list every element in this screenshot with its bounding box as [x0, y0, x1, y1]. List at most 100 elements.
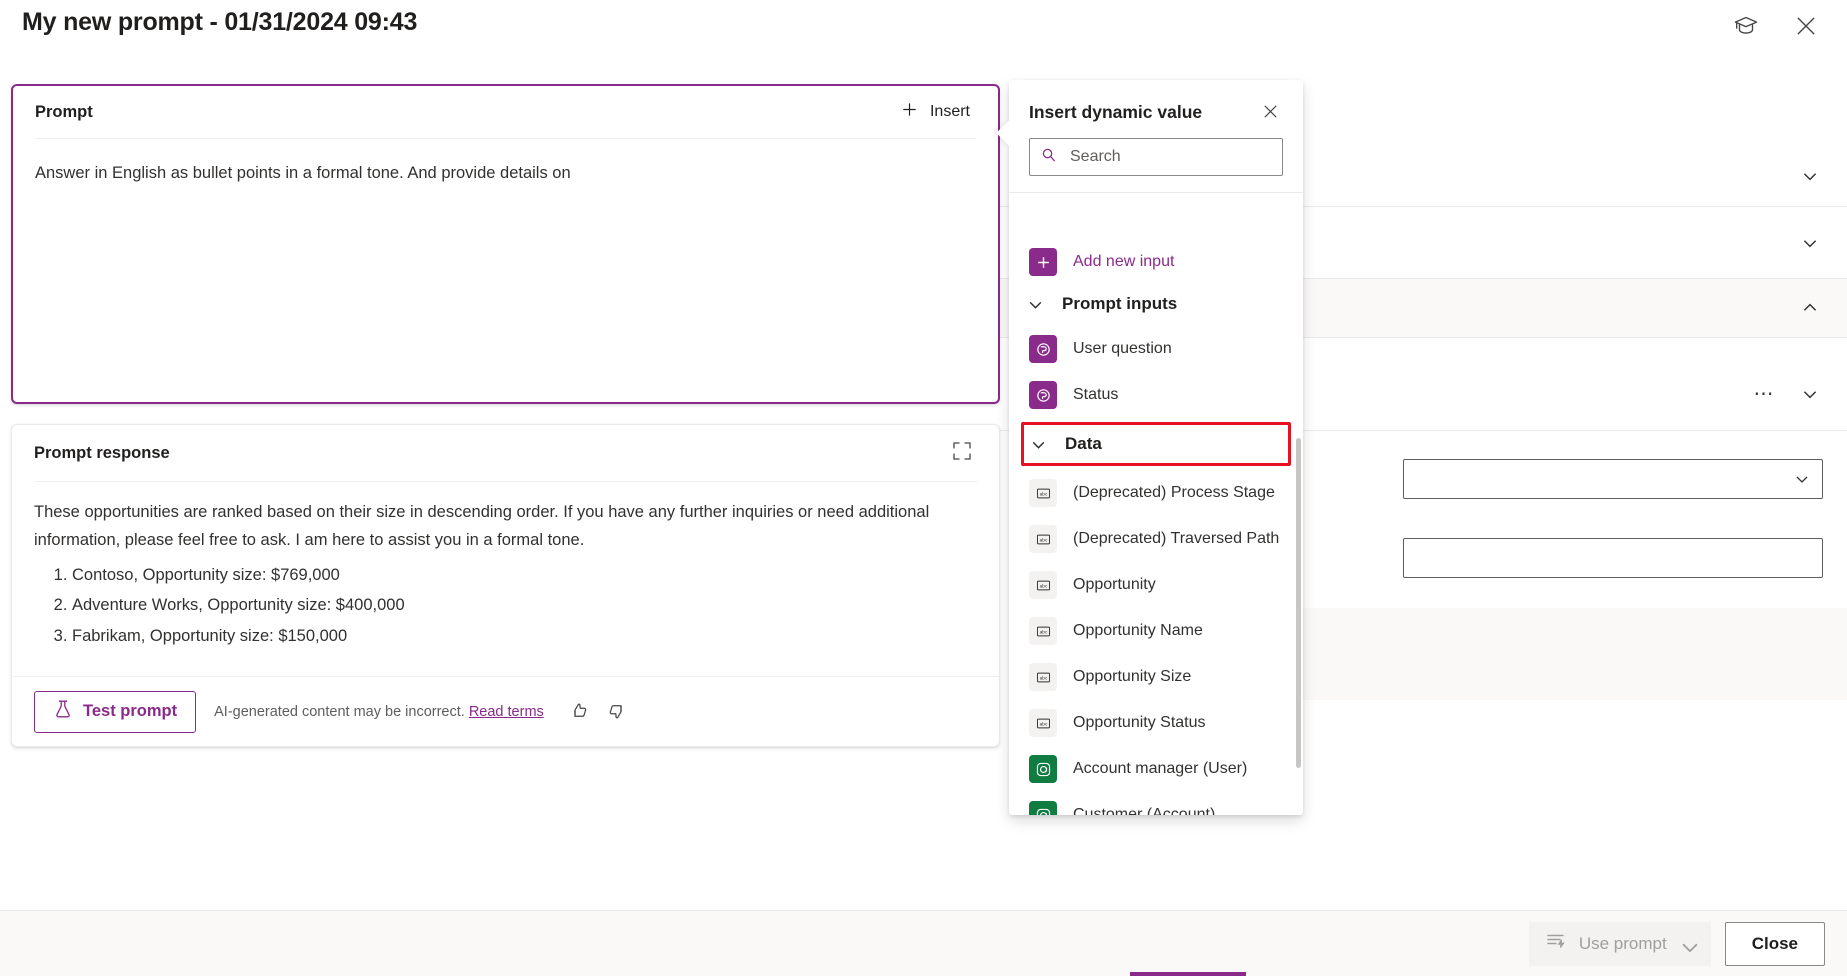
list-item-label: (Deprecated) Process Stage — [1073, 484, 1275, 501]
divider — [1009, 192, 1303, 193]
lookup-icon — [1029, 755, 1057, 783]
read-terms-link[interactable]: Read terms — [469, 704, 544, 720]
test-prompt-label: Test prompt — [83, 702, 178, 720]
svg-text:abc: abc — [1039, 491, 1047, 497]
add-new-input-button[interactable]: Add new input — [1009, 242, 1303, 282]
abc-text-icon: abc — [1029, 663, 1057, 691]
close-button[interactable]: Close — [1724, 921, 1825, 966]
dialog-footer: Use prompt Close — [0, 910, 1847, 976]
svg-text:abc: abc — [1039, 721, 1047, 727]
list-item-label: Opportunity — [1073, 576, 1156, 593]
expand-icon[interactable] — [951, 440, 977, 466]
list-item[interactable]: abc Opportunity — [1009, 562, 1303, 608]
response-body: These opportunities are ranked based on … — [12, 482, 999, 650]
list-item-label: Opportunity Name — [1073, 622, 1203, 639]
list-item-label: User question — [1073, 340, 1172, 357]
chevron-down-icon[interactable] — [1801, 234, 1819, 252]
plus-icon — [1029, 248, 1057, 276]
thumbs-down-icon[interactable] — [606, 700, 630, 724]
response-list: Contoso, Opportunity size: $769,000 Adve… — [34, 561, 977, 650]
insert-dynamic-value-panel: Insert dynamic value Search Add new inpu… — [996, 80, 1303, 815]
search-icon — [1040, 146, 1058, 169]
group-header-data[interactable]: Data — [1021, 422, 1291, 466]
group-label: Prompt inputs — [1062, 294, 1178, 313]
response-footer: Test prompt AI-generated content may be … — [12, 676, 999, 746]
feedback-controls — [568, 700, 630, 724]
chevron-down-icon[interactable] — [1801, 167, 1819, 185]
add-new-input-label: Add new input — [1073, 253, 1175, 270]
list-item[interactable]: Account manager (User) — [1009, 746, 1303, 792]
list-item[interactable]: User question — [1009, 326, 1303, 372]
search-input[interactable] — [1068, 147, 1272, 167]
dynamic-value-list[interactable]: Add new input Prompt inputs User questio… — [1009, 228, 1303, 815]
prompt-textarea[interactable]: Answer in English as bullet points in a … — [13, 139, 998, 186]
list-item: Adventure Works, Opportunity size: $400,… — [72, 591, 977, 619]
abc-text-icon: abc — [1029, 617, 1057, 645]
close-icon[interactable] — [1261, 102, 1283, 124]
list-item[interactable]: abc Opportunity Size — [1009, 654, 1303, 700]
background-text-field[interactable] — [1403, 538, 1823, 578]
plus-icon — [900, 100, 919, 124]
svg-text:abc: abc — [1039, 629, 1047, 635]
list-item-label: Customer (Account) — [1073, 806, 1216, 815]
abc-text-icon: abc — [1029, 571, 1057, 599]
list-item[interactable]: abc Opportunity Name — [1009, 608, 1303, 654]
close-icon[interactable] — [1785, 6, 1827, 46]
page-title: My new prompt - 01/31/2024 09:43 — [22, 8, 418, 36]
svg-text:abc: abc — [1039, 675, 1047, 681]
dataverse-input-icon — [1029, 381, 1057, 409]
scrollbar[interactable] — [1296, 438, 1301, 815]
ai-disclaimer: AI-generated content may be incorrect. R… — [214, 704, 544, 720]
search-wrapper — [1009, 124, 1303, 176]
prompt-editor-card[interactable]: Prompt Insert Answer in English as bulle… — [11, 84, 1000, 404]
list-item-label: Account manager (User) — [1073, 760, 1248, 777]
prompt-card-header: Prompt Insert — [13, 86, 998, 138]
graduation-cap-icon[interactable] — [1725, 6, 1767, 46]
svg-text:abc: abc — [1039, 537, 1047, 543]
dataverse-input-icon — [1029, 335, 1057, 363]
insert-button-label: Insert — [929, 103, 970, 120]
list-item[interactable]: abc (Deprecated) Process Stage — [1009, 470, 1303, 516]
thumbs-up-icon[interactable] — [568, 700, 592, 724]
chevron-down-icon — [1030, 436, 1047, 453]
insert-button[interactable]: Insert — [894, 96, 976, 128]
prompt-response-card: Prompt response These opportunities are … — [11, 424, 1000, 747]
background-dropdown-field[interactable] — [1403, 459, 1823, 499]
list-item-label: Status — [1073, 386, 1119, 403]
list-item-label: (Deprecated) Traversed Path — [1073, 530, 1280, 547]
group-label: Data — [1065, 434, 1102, 453]
list-item: Fabrikam, Opportunity size: $150,000 — [72, 622, 977, 650]
lookup-icon — [1029, 801, 1057, 815]
chevron-down-icon[interactable] — [1794, 471, 1810, 487]
accent-bar — [1130, 972, 1246, 976]
list-item[interactable]: abc Opportunity Status — [1009, 700, 1303, 746]
chevron-down-icon — [1679, 936, 1698, 952]
scrollbar-thumb[interactable] — [1296, 438, 1301, 768]
use-prompt-label: Use prompt — [1578, 933, 1667, 953]
use-prompt-button[interactable]: Use prompt — [1528, 921, 1711, 966]
chevron-up-icon[interactable] — [1801, 299, 1819, 317]
chevron-down-icon[interactable] — [1801, 385, 1819, 403]
list-item: Contoso, Opportunity size: $769,000 — [72, 561, 977, 589]
response-paragraph: These opportunities are ranked based on … — [34, 503, 930, 550]
flyout-header: Insert dynamic value — [1009, 80, 1303, 124]
response-card-header: Prompt response — [12, 425, 999, 481]
flask-icon — [53, 699, 73, 724]
prompt-heading: Prompt — [35, 102, 93, 121]
abc-text-icon: abc — [1029, 479, 1057, 507]
abc-text-icon: abc — [1029, 525, 1057, 553]
chevron-down-icon — [1027, 296, 1044, 313]
group-header-prompt-inputs[interactable]: Prompt inputs — [1009, 282, 1303, 326]
list-item[interactable]: abc (Deprecated) Traversed Path — [1009, 516, 1303, 562]
background-panel-strip — [1290, 608, 1847, 700]
disclaimer-text: AI-generated content may be incorrect. — [214, 703, 465, 720]
list-item[interactable]: Customer (Account) — [1009, 792, 1303, 815]
response-heading: Prompt response — [34, 443, 170, 462]
more-options-icon[interactable]: ⋯ — [1754, 384, 1776, 404]
test-prompt-button[interactable]: Test prompt — [34, 690, 197, 733]
list-item-label: Opportunity Size — [1073, 668, 1192, 685]
title-bar: My new prompt - 01/31/2024 09:43 — [0, 0, 1847, 52]
search-box[interactable] — [1029, 138, 1283, 176]
list-item-label: Opportunity Status — [1073, 714, 1206, 731]
list-item[interactable]: Status — [1009, 372, 1303, 418]
